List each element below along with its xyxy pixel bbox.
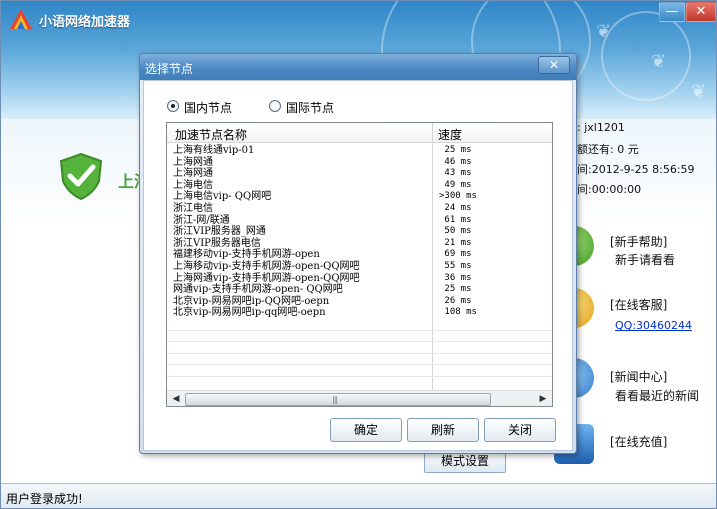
radio-international-label[interactable]: 国际节点 — [286, 99, 334, 116]
node-name[interactable]: 浙江VIP服务器_网通 — [173, 226, 266, 237]
node-list[interactable]: 加速节点名称 速度 上海有线通vip-01 25 ms 上海网通 46 ms 上海网… — [166, 122, 553, 407]
qq-number-link[interactable]: QQ:30460244 — [615, 319, 692, 332]
node-row[interactable]: 网通vip-支持手机网游-open- QQ网吧 25 ms — [167, 284, 552, 296]
empty-row — [167, 354, 552, 366]
news-subtitle[interactable]: 看看最近的新闻 — [615, 387, 699, 404]
node-speed[interactable]: 46 ms — [439, 157, 471, 168]
radio-domestic-indicator[interactable] — [167, 100, 179, 112]
help-title[interactable]: [新手帮助] — [610, 233, 667, 250]
butterfly-icon: ❦ — [651, 51, 667, 72]
node-speed[interactable]: 25 ms — [439, 284, 471, 295]
node-speed[interactable]: 25 ms — [439, 145, 471, 156]
node-speed[interactable]: 69 ms — [439, 249, 471, 260]
recharge-title[interactable]: [在线充值] — [610, 433, 667, 450]
dialog-titlebar[interactable]: 选择节点 ✕ — [140, 54, 576, 80]
node-name[interactable]: 上海网通vip-支持手机网游-open-QQ网吧 — [173, 273, 360, 284]
column-header-name[interactable]: 加速节点名称 — [175, 126, 247, 143]
node-name[interactable]: 上海网通 — [173, 157, 213, 168]
account-balance: 额还有: 0 元 — [577, 143, 639, 156]
node-name[interactable]: 北京vip-网易网吧ip-qq网吧-oepn — [173, 307, 326, 318]
header-decoration — [601, 11, 691, 101]
scroll-left-arrow-icon[interactable]: ◀ — [169, 393, 183, 406]
node-name[interactable]: 北京vip-网易网吧ip-QQ网吧-oepn — [173, 296, 329, 307]
node-row[interactable]: 福建移动vip-支持手机网游-open 69 ms — [167, 249, 552, 261]
node-speed[interactable]: 55 ms — [439, 261, 471, 272]
empty-row — [167, 319, 552, 331]
news-title[interactable]: [新闻中心] — [610, 368, 667, 385]
node-speed[interactable]: 43 ms — [439, 168, 471, 179]
node-name[interactable]: 浙江VIP服务器电信 — [173, 238, 261, 249]
node-row[interactable]: 浙江电信 24 ms — [167, 203, 552, 215]
node-speed[interactable]: 36 ms — [439, 273, 471, 284]
close-button[interactable]: ✕ — [686, 2, 716, 22]
help-subtitle[interactable]: 新手请看看 — [615, 251, 675, 268]
ok-button[interactable]: 确定 — [330, 418, 402, 442]
support-qq-link[interactable]: QQ:30460244 — [615, 318, 692, 332]
account-username: : jxl1201 — [577, 121, 625, 134]
node-name[interactable]: 福建移动vip-支持手机网游-open — [173, 249, 320, 260]
node-row[interactable]: 上海有线通vip-01 25 ms — [167, 145, 552, 157]
node-speed[interactable]: 21 ms — [439, 238, 471, 249]
node-speed[interactable]: 26 ms — [439, 296, 471, 307]
refresh-button[interactable]: 刷新 — [407, 418, 479, 442]
dialog-content: 国内节点 国际节点 加速节点名称 速度 上海有线通vip-01 25 ms 上海网… — [143, 80, 573, 451]
account-login-time: 间:2012-9-25 8:56:59 — [577, 163, 695, 176]
node-speed[interactable]: >300 ms — [439, 191, 477, 202]
radio-international-indicator[interactable] — [269, 100, 281, 112]
radio-domestic-label[interactable]: 国内节点 — [184, 99, 232, 116]
empty-row — [167, 365, 552, 377]
radio-domestic[interactable]: 国内节点 — [167, 99, 247, 115]
node-row[interactable]: 上海网通 46 ms — [167, 157, 552, 169]
support-title[interactable]: [在线客服] — [610, 296, 667, 313]
column-divider[interactable] — [432, 123, 433, 143]
node-speed[interactable]: 61 ms — [439, 215, 471, 226]
column-header-speed[interactable]: 速度 — [438, 126, 462, 143]
node-name[interactable]: 上海网通 — [173, 168, 213, 179]
node-row[interactable]: 上海网通 43 ms — [167, 168, 552, 180]
dialog-title: 选择节点 — [145, 62, 194, 76]
node-speed[interactable]: 49 ms — [439, 180, 471, 191]
horizontal-scrollbar[interactable]: ◀ ||| ▶ — [167, 390, 552, 406]
node-row[interactable]: 北京vip-网易网吧ip-qq网吧-oepn 108 ms — [167, 307, 552, 319]
app-title: 小语网络加速器 — [39, 15, 131, 30]
dialog-close-text-button[interactable]: 关闭 — [484, 418, 556, 442]
node-name[interactable]: 浙江-网/联通 — [173, 215, 230, 226]
radio-international[interactable]: 国际节点 — [269, 99, 349, 115]
node-row[interactable]: 浙江-网/联通 61 ms — [167, 215, 552, 227]
list-header: 加速节点名称 速度 — [167, 123, 552, 143]
node-row[interactable]: 上海网通vip-支持手机网游-open-QQ网吧 36 ms — [167, 273, 552, 285]
butterfly-icon: ❦ — [691, 81, 707, 102]
scrollbar-grip-icon: ||| — [332, 395, 338, 404]
node-row[interactable]: 上海电信 49 ms — [167, 180, 552, 192]
node-row[interactable]: 上海移动vip-支持手机网游-open-QQ网吧 55 ms — [167, 261, 552, 273]
account-duration: 间:00:00:00 — [577, 183, 642, 196]
node-row[interactable]: 浙江VIP服务器_网通 50 ms — [167, 226, 552, 238]
dialog-close-button[interactable]: ✕ — [538, 56, 570, 74]
node-rows: 上海有线通vip-01 25 ms 上海网通 46 ms 上海网通 43 ms 上海电… — [167, 145, 552, 377]
app-logo-icon — [10, 9, 32, 29]
empty-row — [167, 342, 552, 354]
node-speed[interactable]: 24 ms — [439, 203, 471, 214]
node-row[interactable]: 北京vip-网易网吧ip-QQ网吧-oepn 26 ms — [167, 296, 552, 308]
butterfly-icon: ❦ — [596, 21, 612, 42]
scrollbar-thumb[interactable]: ||| — [185, 393, 491, 406]
node-speed[interactable]: 108 ms — [439, 307, 477, 318]
node-name[interactable]: 上海有线通vip-01 — [173, 145, 254, 156]
scroll-right-arrow-icon[interactable]: ▶ — [536, 393, 550, 406]
select-node-dialog: 选择节点 ✕ 国内节点 国际节点 加速节点名称 速度 上海有线通vip-01 2… — [139, 53, 577, 454]
node-speed[interactable]: 50 ms — [439, 226, 471, 237]
node-name[interactable]: 上海电信vip- QQ网吧 — [173, 191, 271, 202]
minimize-button[interactable]: — — [659, 2, 685, 22]
node-row[interactable]: 上海电信vip- QQ网吧 >300 ms — [167, 191, 552, 203]
status-message: 用户登录成功! — [6, 492, 83, 506]
node-name[interactable]: 上海电信 — [173, 180, 213, 191]
node-name[interactable]: 上海移动vip-支持手机网游-open-QQ网吧 — [173, 261, 360, 272]
empty-row — [167, 331, 552, 343]
shield-check-icon — [59, 152, 103, 201]
node-name[interactable]: 网通vip-支持手机网游-open- QQ网吧 — [173, 284, 343, 295]
node-row[interactable]: 浙江VIP服务器电信 21 ms — [167, 238, 552, 250]
status-bar: 用户登录成功! — [1, 483, 716, 508]
node-name[interactable]: 浙江电信 — [173, 203, 213, 214]
